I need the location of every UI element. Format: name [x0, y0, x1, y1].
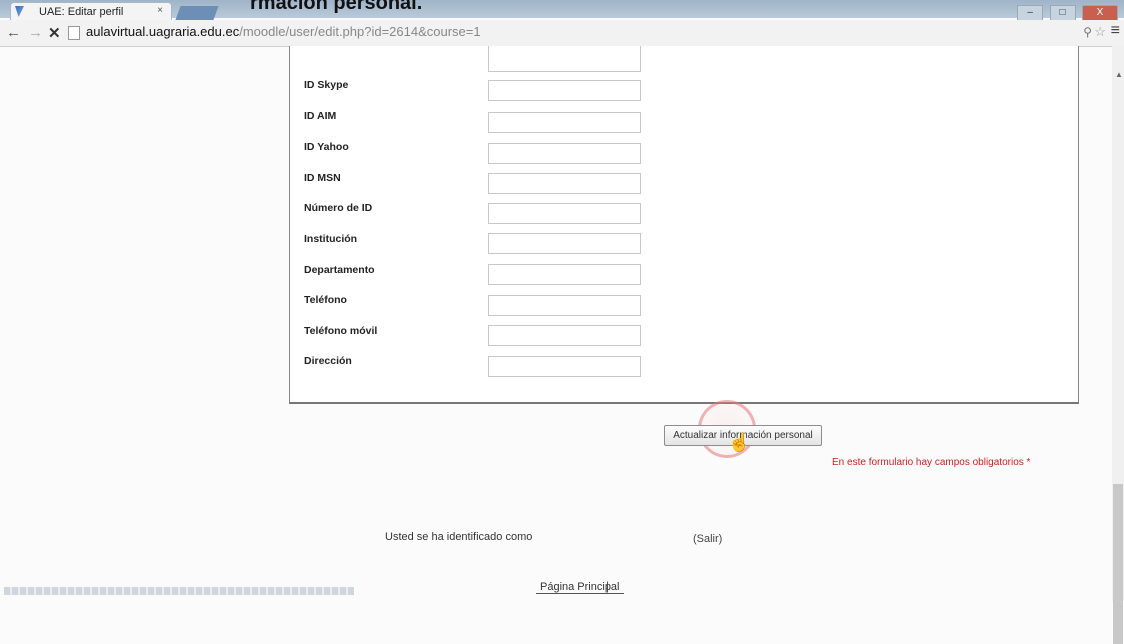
field-label-aim: ID AIM — [304, 110, 337, 122]
required-asterisk: * — [1026, 457, 1031, 468]
url-path: /moodle/user/edit.php?id=2614&course=1 — [239, 24, 481, 39]
address-field[interactable] — [488, 356, 641, 377]
footer-separator: | — [606, 579, 610, 593]
field-label-department: Departamento — [304, 264, 375, 276]
url-host: aulavirtual.uagraria.edu.ec — [86, 24, 240, 39]
field-label-yahoo: ID Yahoo — [304, 141, 349, 153]
browser-menu-icon[interactable]: ≡ — [1111, 22, 1120, 40]
maximize-button[interactable]: □ — [1049, 5, 1076, 21]
field-label-id-number: Número de ID — [304, 202, 373, 214]
required-note-text: En este formulario hay campos obligatori… — [832, 457, 1024, 468]
forward-arrow-icon[interactable]: → — [28, 24, 43, 41]
scroll-up-arrow-icon[interactable]: ▲ — [1115, 70, 1123, 79]
browser-tab[interactable]: UAE: Editar perfil × — [10, 2, 172, 21]
field-label-msn: ID MSN — [304, 172, 341, 184]
new-tab-button[interactable] — [175, 6, 219, 20]
field-label-address: Dirección — [304, 355, 352, 367]
tab-close-icon[interactable]: × — [157, 5, 163, 16]
institution-field[interactable] — [488, 233, 641, 254]
aim-field[interactable] — [488, 112, 641, 133]
field-label-phone: Teléfono — [304, 294, 347, 306]
page-scrollbar[interactable]: ▲ — [1112, 46, 1124, 644]
minimize-button[interactable]: – — [1017, 5, 1044, 21]
skype-field[interactable] — [488, 80, 641, 101]
field-label-skype: ID Skype — [304, 79, 349, 91]
zoom-icon[interactable]: ⚲ — [1083, 25, 1092, 39]
browser-toolbar: ← → ✕ aulavirtual.uagraria.edu.ec/moodle… — [0, 20, 1124, 47]
status-bar — [4, 587, 354, 595]
stop-icon[interactable]: ✕ — [48, 24, 61, 42]
phone-field[interactable] — [488, 295, 641, 316]
logout-link[interactable]: (Salir) — [693, 533, 722, 545]
mobile-phone-field[interactable] — [488, 325, 641, 346]
back-arrow-icon[interactable]: ← — [6, 24, 21, 41]
bookmark-star-icon[interactable]: ☆ — [1094, 24, 1106, 40]
tab-title: UAE: Editar perfil — [39, 6, 124, 18]
msn-field[interactable] — [488, 173, 641, 194]
cut-off-input-field[interactable] — [488, 46, 641, 72]
page-heading-fragment: rmación personal. — [250, 0, 423, 14]
department-field[interactable] — [488, 264, 641, 285]
id-number-field[interactable] — [488, 203, 641, 224]
field-label-mobile: Teléfono móvil — [304, 325, 378, 337]
close-window-button[interactable]: X — [1082, 5, 1118, 21]
window-controls: – □ X — [1015, 2, 1118, 21]
login-info: Usted se ha identificado como — [385, 531, 533, 543]
hand-cursor-icon: ☝ — [728, 432, 751, 452]
yahoo-field[interactable] — [488, 143, 641, 164]
moodle-favicon-icon — [15, 6, 24, 17]
home-page-link[interactable]: Página Principal — [536, 581, 624, 594]
form-panel — [289, 46, 1079, 404]
scrollbar-thumb[interactable] — [1113, 484, 1123, 644]
required-fields-note: En este formulario hay campos obligatori… — [832, 457, 1030, 468]
page-icon — [68, 25, 80, 40]
browser-title-strip: rmación personal. UAE: Editar perfil × –… — [0, 0, 1124, 21]
field-label-institution: Institución — [304, 233, 358, 245]
address-bar[interactable]: aulavirtual.uagraria.edu.ec/moodle/user/… — [68, 22, 1068, 42]
